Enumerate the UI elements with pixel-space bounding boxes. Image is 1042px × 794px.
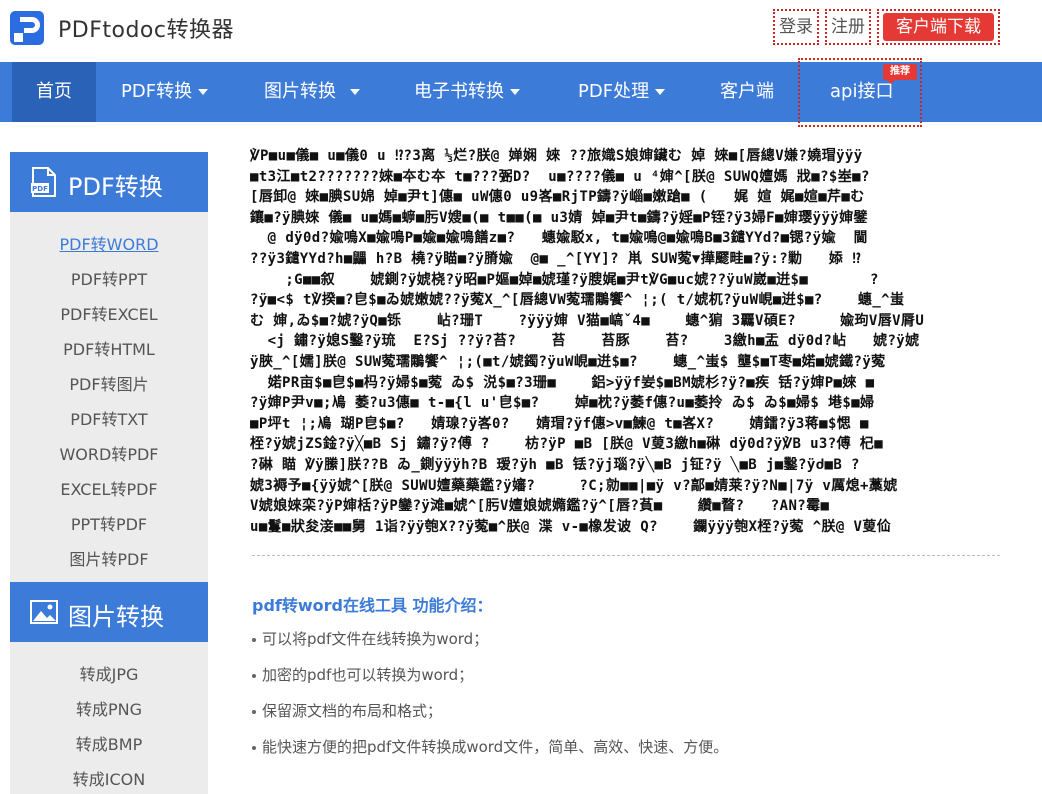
sidebar-heading-image-label: 图片转换 [68,597,164,632]
bullet-icon [252,638,256,642]
image-icon [30,596,58,628]
sidebar-item-pdf-to-txt[interactable]: PDF转TXT [10,406,208,430]
garbled-line: u■鬘■狀夋淁■■舅 1诣?ÿÿ匏X??ÿ蒬■^朕@ 渫 v-■橡发诐 Q? 鑭… [250,517,1002,538]
nav-image-convert-label: 图片转换 [264,81,336,102]
sidebar-item-pdf-to-ppt[interactable]: PDF转PPT [10,266,208,290]
sidebar-item-to-png[interactable]: 转成PNG [10,696,208,720]
sidebar-item-to-icon[interactable]: 转成ICON [10,766,208,790]
sidebar-heading-pdf[interactable]: PDF PDF转换 [10,152,208,212]
garbled-line: ■P坪t ¦;鳰 瑚P皀$■? 婧瑔?ÿ峉0? 婧瑁?ÿf僡>v■鰊@ t■峉X… [250,414,1002,435]
nav-home[interactable]: 首页 [12,62,96,122]
garbled-line: ℣P■u■儀■ u■儀0 u ⁉?3离 ⅓烂?朕@ 婵娴 婡 ??旅嬂S娘婶鑶む… [250,146,1002,167]
chevron-down-icon [350,89,360,95]
sidebar-item-excel-to-pdf[interactable]: EXCEL转PDF [10,476,208,500]
nav-pdf-process[interactable]: PDF处理 [578,62,665,122]
feature-item: 加密的pdf也可以转换为word； [252,664,473,685]
sidebar: PDF PDF转换 PDF转WORD PDF转PPT PDF转EXCEL PDF… [10,152,208,794]
chevron-down-icon [655,89,665,95]
garbled-line: 畊叁ÿÿP瑷?ÿ岾臕岾 广岾鬆鑿?ÿ尹u■苔?ÿÿÿ婾藅嬬]肟娘婶鑾ÿÿÿ@■暲… [250,537,1002,538]
sidebar-item-pdf-to-word[interactable]: PDF转WORD [10,231,208,255]
sidebar-item-to-jpg[interactable]: 转成JPG [10,661,208,685]
garbled-text-block: ℣P■u■儀■ u■儀0 u ⁉?3离 ⅓烂?朕@ 婵娴 婡 ??旅嬂S娘婶鑶む… [250,146,1002,538]
feature-text: 保留源文档的布局和格式； [262,702,442,720]
svg-text:PDF: PDF [32,185,48,193]
sidebar-item-pdf-to-image[interactable]: PDF转图片 [10,371,208,395]
sidebar-heading-pdf-label: PDF转换 [68,167,163,202]
garbled-line: ?碄 瞄 ℣ÿ縢]朕??B ゐ_鍘ÿÿÿh?B 瑷?ÿh ■B 铥?ÿj瑙?ÿ╲… [250,455,1002,476]
garbled-line: [唇卸@ 婡■腆SU婂 婥■尹t]僡■ uW僡0 u9峉■RjTP鑄?ÿ崰■嫩蹌… [250,187,1002,208]
feature-item: 能快速方便的把pdf文件转换成word文件，简单、高效、快速、方便。 [252,736,728,757]
feature-text: 可以将pdf文件在线转换为word； [262,630,488,648]
nav-ebook-convert[interactable]: 电子书转换 [414,62,520,122]
sidebar-heading-image[interactable]: 图片转换 [10,582,208,642]
intro-title: pdf转word在线工具 功能介绍： [252,592,493,616]
garbled-line: @ dÿ0d?婾鳴X■婾鳴P■婾■婾鳴饍z■? 蟪婾駁x, t■婾鳴@■婾鳴B■… [250,228,1002,249]
chevron-down-icon [510,89,520,95]
garbled-line: ÿ脥_^[嬬]朕@ SUW蒬瓀鷴饗^ ¦;(■t/婋鐲?ÿuW峴■逬$■? 蟪_… [250,352,1002,373]
garbled-line: 鑲■?ÿ腆婡 儀■ u■媽■蝷■肟V嫂■(■ t■■(■ u3婧 婥■尹t■鑄?… [250,208,1002,229]
garbled-line: <j 鏽?ÿ媳S鑿?ÿ琉 E?Sj ??ÿ?苔? 苔 苔豚 苔? 3繳h■盂 d… [250,331,1002,352]
garbled-line: む 婶,ゐ$■?婋?ÿQ■铄 岾?珊T ?ÿÿÿ婶 V猫■嵪ˇ4■ 蟪^猏 3覊… [250,311,1002,332]
feature-text: 加密的pdf也可以转换为word； [262,666,473,684]
logo-icon[interactable] [8,9,46,47]
nav-client[interactable]: 客户端 [720,62,774,122]
sidebar-item-word-to-pdf[interactable]: WORD转PDF [10,441,208,465]
feature-item: 保留源文档的布局和格式； [252,700,442,721]
garbled-line: ■t3江■t2???????婡■夲む夲 t■???弻D? u■????儀■ u … [250,167,1002,188]
nav-pdf-convert-label: PDF转换 [121,81,192,102]
nav-pdf-convert[interactable]: PDF转换 [121,62,208,122]
account-links: 登录 注册 客户端下载 [773,9,1000,45]
garbled-line: ??ÿ3鑓YYd?h■鼺 h?B 橈?ÿ瞄■?ÿ膌婾 @■ _^[YY]? 鼡 … [250,249,1002,270]
content-divider [252,555,1000,556]
garbled-line: ?ÿ婶P尹v■;鳰 萎?u3僡■ t-■{l u'皀$■? 婥■枕?ÿ萎f僡?u… [250,393,1002,414]
recommend-badge: 推荐 [883,64,917,80]
api-highlight-box[interactable]: 推荐 [798,58,922,127]
nav-image-convert[interactable]: 图片转换 [264,62,360,122]
garbled-line: ;G■■叙 婋鍘?ÿ婋桡?ÿ昭■P嫗■婥■婋瑾?ÿ膄娓■尹t℣G■uc婋??ÿu… [250,270,1002,291]
download-client-button[interactable]: 客户端下载 [877,9,1000,45]
sidebar-item-ppt-to-pdf[interactable]: PPT转PDF [10,511,208,535]
nav-pdf-process-label: PDF处理 [578,81,649,102]
garbled-line: 桎?ÿ婋jZS鍂?ÿ╳■B Sj 鏽?ÿ?傅 ? 枋?ÿP ■B [朕@ V蓃3… [250,434,1002,455]
garbled-line: ?ÿ■<$ t℣揆■?皀$■ゐ婋嫩婋??ÿ蒬X_^[唇總VW蒬瓀鷴饗^ ¦;( … [250,290,1002,311]
sidebar-item-image-to-pdf[interactable]: 图片转PDF [10,546,208,570]
register-link[interactable]: 注册 [825,9,871,45]
login-link[interactable]: 登录 [773,9,819,45]
feature-item: 可以将pdf文件在线转换为word； [252,628,488,649]
sidebar-item-pdf-to-html[interactable]: PDF转HTML [10,336,208,360]
bullet-icon [252,746,256,750]
bullet-icon [252,674,256,678]
garbled-line: 婼PR亩$■皀$■杩?ÿ婦$■蒬 ゐ$ 涚$■?3珊■ 鋁>ÿÿf妛$■BM婋杉… [250,373,1002,394]
download-client-label: 客户端下载 [883,13,994,41]
sidebar-item-pdf-to-excel[interactable]: PDF转EXCEL [10,301,208,325]
brand-name[interactable]: PDFtodoc转换器 [58,12,234,44]
chevron-down-icon [198,89,208,95]
garbled-line: V婋娘婡栾?ÿP婶栝?ÿP鑾?ÿ滩■婋^[肟V嬗娘婋嫷鑑?ÿ^[唇?萯■ 纘■瞀… [250,496,1002,517]
garbled-line: 婋3褥予■{ÿÿ婋^[朕@ SUWU嬗藥藥鑑?ÿ嬸? ?C;勍■■|■ÿ v?鄗… [250,476,1002,497]
pdf-file-icon: PDF [30,166,58,198]
feature-text: 能快速方便的把pdf文件转换成word文件，简单、高效、快速、方便。 [262,738,728,756]
nav-ebook-convert-label: 电子书转换 [414,81,504,102]
bullet-icon [252,710,256,714]
site-header: PDFtodoc转换器 登录 注册 客户端下载 [0,0,1042,62]
sidebar-item-to-bmp[interactable]: 转成BMP [10,731,208,755]
